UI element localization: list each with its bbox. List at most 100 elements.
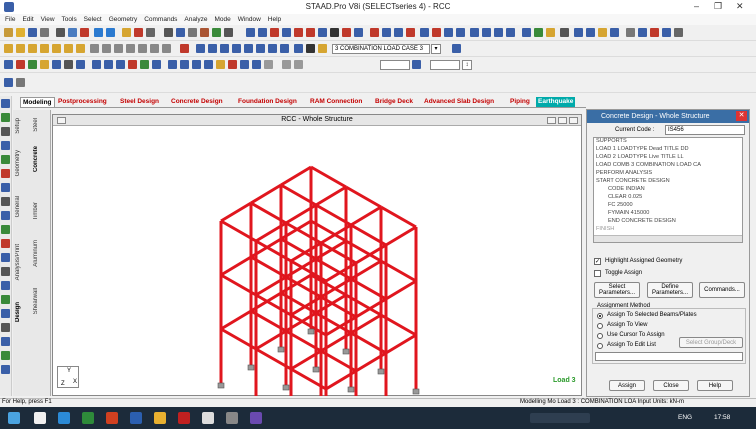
radio-edit-list[interactable] xyxy=(597,343,603,349)
toggle-assign-checkbox[interactable] xyxy=(594,270,601,277)
viewport-restore-button[interactable] xyxy=(558,117,567,124)
merge-icon[interactable] xyxy=(444,28,453,37)
misc-cursor-icon[interactable] xyxy=(264,60,273,69)
frame-member[interactable] xyxy=(380,205,417,229)
vtab-concrete[interactable]: Concrete xyxy=(33,146,39,172)
design-tool-icon[interactable] xyxy=(1,239,10,248)
support-symbol[interactable] xyxy=(282,384,290,391)
open-file-icon[interactable] xyxy=(16,28,25,37)
connect-icon[interactable] xyxy=(420,28,429,37)
help-button[interactable]: Help xyxy=(697,380,733,391)
menu-edit[interactable]: Edit xyxy=(22,14,33,25)
support-symbol[interactable] xyxy=(342,348,350,355)
spec-tool-icon[interactable] xyxy=(1,197,10,206)
show-all-icon[interactable] xyxy=(116,60,125,69)
tab-concrete-design[interactable]: Concrete Design xyxy=(171,97,223,107)
node-icon[interactable] xyxy=(258,28,267,37)
rcc-frame-model[interactable] xyxy=(53,126,581,396)
minimize-button[interactable]: – xyxy=(694,1,699,11)
zoom-dynamic-icon[interactable] xyxy=(232,44,241,53)
beam-tool-icon[interactable] xyxy=(1,127,10,136)
mirror-icon[interactable] xyxy=(306,28,315,37)
page-control-icon[interactable] xyxy=(1,99,10,108)
tree-item-fymain[interactable]: FYMAIN 415000 xyxy=(608,210,649,216)
structure-wizard-icon[interactable] xyxy=(4,60,13,69)
vtab-aluminum[interactable]: Aluminum xyxy=(33,240,39,267)
ruler-input[interactable] xyxy=(380,60,410,70)
frame-member[interactable] xyxy=(250,183,282,205)
results-icon[interactable] xyxy=(52,60,61,69)
symbols-icon[interactable] xyxy=(16,60,25,69)
window-icon[interactable] xyxy=(610,28,619,37)
select-all-icon[interactable] xyxy=(76,44,85,53)
tab-ram-connection[interactable]: RAM Connection xyxy=(310,97,362,107)
tile-icon[interactable] xyxy=(626,28,635,37)
vtab-steel[interactable]: Steel xyxy=(33,118,39,132)
pan-icon[interactable] xyxy=(268,44,277,53)
cascade-icon[interactable] xyxy=(638,28,647,37)
picture-icon[interactable] xyxy=(188,28,197,37)
geometry-cursor-icon[interactable] xyxy=(228,60,237,69)
highlight-icon[interactable] xyxy=(534,28,543,37)
assign-button[interactable]: Assign xyxy=(609,380,645,391)
support-symbol[interactable] xyxy=(247,364,255,371)
clock[interactable]: 17:58 xyxy=(714,414,730,421)
support-symbol[interactable] xyxy=(412,388,420,395)
browser-icon[interactable] xyxy=(58,412,70,424)
staad-taskbar-icon[interactable] xyxy=(250,412,262,424)
beam-cursor-icon[interactable] xyxy=(180,60,189,69)
powerpoint-icon[interactable] xyxy=(106,412,118,424)
copy-icon[interactable] xyxy=(68,28,77,37)
viewport-close-button[interactable] xyxy=(569,117,578,124)
vtab-design[interactable]: Design xyxy=(15,302,21,322)
query-help-icon[interactable] xyxy=(452,44,461,53)
toolbar-tool-icon[interactable] xyxy=(146,28,155,37)
select-geometry-icon[interactable] xyxy=(64,44,73,53)
vtab-geometry[interactable]: Geometry xyxy=(15,150,21,176)
dimension-icon[interactable] xyxy=(152,60,161,69)
plate-tool-icon[interactable] xyxy=(1,141,10,150)
layout-icon[interactable] xyxy=(574,28,583,37)
tree-item-start-design[interactable]: START CONCRETE DESIGN xyxy=(596,178,670,184)
structure-icon[interactable] xyxy=(224,28,233,37)
load-case-dropdown-icon[interactable]: ▾ xyxy=(431,44,441,54)
new-file-icon[interactable] xyxy=(4,28,13,37)
frame-member[interactable] xyxy=(220,309,252,331)
tab-advanced-slab-design[interactable]: Advanced Slab Design xyxy=(424,97,494,107)
tree-item-finish[interactable]: FINISH xyxy=(596,226,614,232)
ruler-icon[interactable] xyxy=(412,60,421,69)
frame-member[interactable] xyxy=(385,225,417,247)
zoom-out-icon[interactable] xyxy=(208,44,217,53)
add-plate-icon[interactable] xyxy=(282,28,291,37)
solid-tool-icon[interactable] xyxy=(1,155,10,164)
vtab-general[interactable]: General xyxy=(15,196,21,217)
select-parameters-button[interactable]: Select Parameters... xyxy=(594,282,640,298)
menu-tools[interactable]: Tools xyxy=(62,14,77,25)
frame-member[interactable] xyxy=(385,333,417,355)
vtab-timber[interactable]: Timber xyxy=(33,202,39,220)
mesh-icon[interactable] xyxy=(342,28,351,37)
zoom-previous-icon[interactable] xyxy=(244,44,253,53)
tree-item-code[interactable]: CODE INDIAN xyxy=(608,186,645,192)
edit-list-input[interactable] xyxy=(595,352,743,361)
member-cursor-icon[interactable] xyxy=(240,60,249,69)
load-tool-icon[interactable] xyxy=(1,211,10,220)
grid-display-icon[interactable] xyxy=(140,60,149,69)
property-tool-icon[interactable] xyxy=(1,183,10,192)
system-tray-icons[interactable] xyxy=(530,413,590,423)
misc-tool-icon[interactable] xyxy=(1,351,10,360)
media-icon[interactable] xyxy=(178,412,190,424)
language-indicator[interactable]: ENG xyxy=(678,414,692,421)
analysis-tool-icon[interactable] xyxy=(1,225,10,234)
print-icon[interactable] xyxy=(40,28,49,37)
cylindrical-icon[interactable] xyxy=(470,28,479,37)
zoom-window-icon[interactable] xyxy=(220,44,229,53)
magnifier-icon[interactable] xyxy=(306,44,315,53)
menu-commands[interactable]: Commands xyxy=(144,14,177,25)
tree-item-end-design[interactable]: END CONCRETE DESIGN xyxy=(608,218,676,224)
load-icon[interactable] xyxy=(318,44,327,53)
arrow-icon[interactable] xyxy=(354,28,363,37)
labels-icon[interactable] xyxy=(28,60,37,69)
shrink-icon[interactable] xyxy=(76,60,85,69)
run-analysis-icon[interactable] xyxy=(122,28,131,37)
